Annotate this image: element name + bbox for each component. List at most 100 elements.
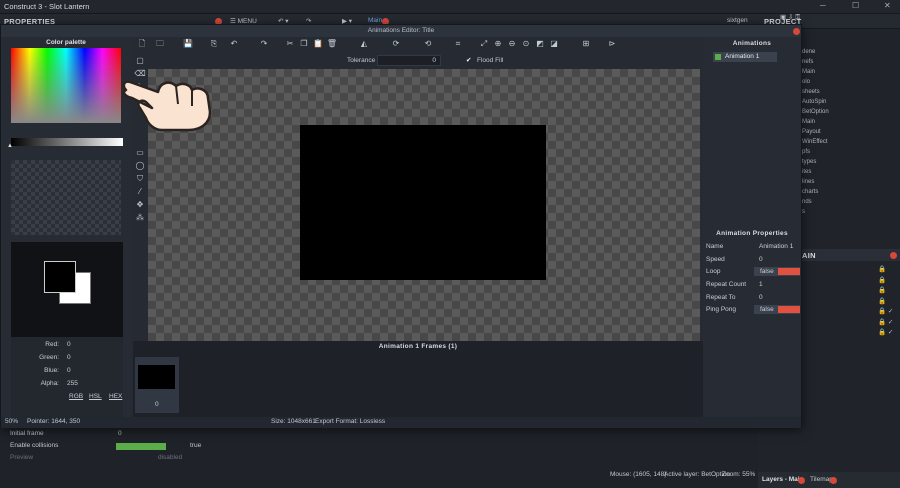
- list-item[interactable]: s: [802, 207, 900, 217]
- list-item[interactable]: Payout: [802, 127, 900, 137]
- alpha-value[interactable]: 255: [67, 380, 78, 387]
- prop-row: Enable collisions true: [10, 442, 202, 450]
- main-tab[interactable]: Main: [368, 17, 382, 24]
- list-item[interactable]: Main: [802, 117, 900, 127]
- list-item[interactable]: lines: [802, 177, 900, 187]
- animation-properties-title: Animation Properties: [716, 230, 788, 237]
- prop-row: Initial frame 0: [10, 430, 122, 437]
- rotate-icon[interactable]: ⟳: [389, 38, 403, 50]
- prop-row-repeat-to[interactable]: Repeat To 0: [706, 292, 800, 304]
- list-item[interactable]: nds: [802, 197, 900, 207]
- list-item[interactable]: sheets: [802, 87, 900, 97]
- minimize-icon[interactable]: ─: [820, 1, 826, 10]
- color-spectrum[interactable]: [11, 48, 121, 123]
- list-item[interactable]: pfs: [802, 147, 900, 157]
- mouse-position: Mouse: (1605, 148): [610, 471, 667, 478]
- dialog-title: Animations Editor: Title: [1, 25, 801, 37]
- collision-bar: [116, 443, 166, 450]
- blue-value[interactable]: 0: [67, 367, 71, 374]
- list-item[interactable]: WinEffect: [802, 137, 900, 147]
- cut-icon[interactable]: ✂: [283, 38, 297, 50]
- image-canvas[interactable]: [148, 69, 700, 359]
- layer-locks[interactable]: 🔒 🔒 🔒 🔒 🔒 ✓ 🔒 ✓ 🔒 ✓: [878, 265, 893, 339]
- flood-fill-check-icon[interactable]: ✔: [466, 56, 471, 64]
- prop-row-speed[interactable]: Speed 0: [706, 254, 800, 266]
- brightness-slider[interactable]: [11, 138, 123, 146]
- grid-icon[interactable]: ⊞: [579, 38, 593, 50]
- background-icon[interactable]: ◩: [533, 38, 547, 50]
- origin-tool-icon[interactable]: ✥: [133, 199, 147, 211]
- prop-row-loop[interactable]: Loop false: [706, 266, 800, 278]
- layers-icon[interactable]: [547, 38, 561, 50]
- prop-row-ping-pong[interactable]: Ping Pong false: [706, 304, 800, 316]
- copy-icon[interactable]: ❐: [297, 38, 311, 50]
- import-icon[interactable]: ⎘: [207, 38, 221, 50]
- frames-panel: Animation 1 Frames (1) 0: [133, 341, 703, 417]
- rectangle-tool-icon[interactable]: ▭: [133, 147, 147, 159]
- dialog-close-icon[interactable]: [793, 28, 800, 35]
- list-item[interactable]: ites: [802, 167, 900, 177]
- hex-mode[interactable]: HEX: [109, 393, 122, 400]
- layers-dot-icon: [890, 252, 897, 259]
- eyedropper-tool-icon[interactable]: ⁄: [133, 186, 147, 198]
- red-value[interactable]: 0: [67, 341, 71, 348]
- editor-statusbar: 50% Pointer: 1644, 350 Size: 1048x661 Ex…: [1, 417, 801, 428]
- list-item[interactable]: charts: [802, 187, 900, 197]
- frame-image: [138, 365, 175, 389]
- close-icon[interactable]: ✕: [884, 1, 891, 10]
- animation-item[interactable]: Animation 1: [713, 52, 777, 62]
- zoom-out-icon[interactable]: ⊖: [505, 38, 519, 50]
- green-value[interactable]: 0: [67, 354, 71, 361]
- swatch-grid[interactable]: [11, 160, 121, 235]
- hsl-mode[interactable]: HSL: [89, 393, 102, 400]
- prop-row-name[interactable]: Name Animation 1: [706, 241, 800, 253]
- project-tree: dene nefs Main olo sheets AutoSpin BetOp…: [802, 47, 900, 217]
- active-layer: Active layer: BetOption: [664, 471, 731, 478]
- list-item[interactable]: AutoSpin: [802, 97, 900, 107]
- tolerance-label: Tolerance: [347, 57, 376, 64]
- flip-icon[interactable]: ◭: [357, 38, 371, 50]
- frame-thumbnail[interactable]: 0: [135, 357, 179, 413]
- polygon-tool-icon[interactable]: ⁂: [133, 212, 147, 224]
- bottom-tabs: Layers - Main Tilemap: [758, 472, 900, 488]
- tab-dot-icon: [830, 477, 837, 484]
- delete-icon[interactable]: 🗑: [325, 38, 339, 50]
- save-icon[interactable]: 💾: [181, 38, 195, 50]
- zoom-level: 50%: [5, 418, 19, 425]
- paste-icon[interactable]: 📋: [311, 38, 325, 50]
- tolerance-input[interactable]: 0: [377, 55, 441, 66]
- tab-dot-icon: [798, 477, 805, 484]
- list-item[interactable]: nefs: [802, 57, 900, 67]
- zoom-in-icon[interactable]: ⊕: [491, 38, 505, 50]
- resize-icon[interactable]: ⤢: [477, 38, 491, 50]
- crop-icon[interactable]: ⌗: [451, 38, 465, 50]
- primary-color-swatch[interactable]: [44, 261, 76, 293]
- user-name[interactable]: sixtgen: [727, 17, 748, 24]
- animation-color-icon: [715, 54, 721, 60]
- maximize-icon[interactable]: ☐: [852, 1, 859, 10]
- image-content[interactable]: [300, 125, 546, 280]
- flood-fill-label: Flood Fill: [477, 57, 504, 64]
- notifications-icon[interactable]: ▣ ⇩ ⚿: [780, 13, 800, 22]
- redo-icon[interactable]: ↷: [257, 38, 271, 50]
- ellipse-tool-icon[interactable]: ◯: [133, 160, 147, 172]
- undo-icon[interactable]: ↶: [227, 38, 241, 50]
- list-item[interactable]: dene: [802, 47, 900, 57]
- open-folder-icon[interactable]: 🗀: [153, 38, 167, 50]
- slider-handle-icon[interactable]: ▲: [7, 143, 13, 149]
- color-values: Red: 0 Green: 0 Blue: 0 Alpha: 255 RGB H…: [11, 337, 123, 417]
- list-item[interactable]: BetOption: [802, 107, 900, 117]
- list-item[interactable]: Main: [802, 67, 900, 77]
- properties-bottom: Initial frame 0 Enable collisions true Pre…: [0, 428, 758, 488]
- new-file-icon[interactable]: 🗋: [135, 38, 149, 50]
- list-item[interactable]: olo: [802, 77, 900, 87]
- list-item[interactable]: types: [802, 157, 900, 167]
- rotate-ccw-icon[interactable]: ⟲: [421, 38, 435, 50]
- fill-tool-icon[interactable]: ⛉: [133, 173, 147, 185]
- play-anim-icon[interactable]: ⊳: [605, 38, 619, 50]
- frames-title: Animation 1 Frames (1): [378, 343, 458, 350]
- rgb-mode[interactable]: RGB: [69, 393, 83, 400]
- zoom-reset-icon[interactable]: ⊙: [519, 38, 533, 50]
- animations-panel: Animations Animation 1: [703, 38, 801, 228]
- prop-row-repeat-count[interactable]: Repeat Count 1: [706, 279, 800, 291]
